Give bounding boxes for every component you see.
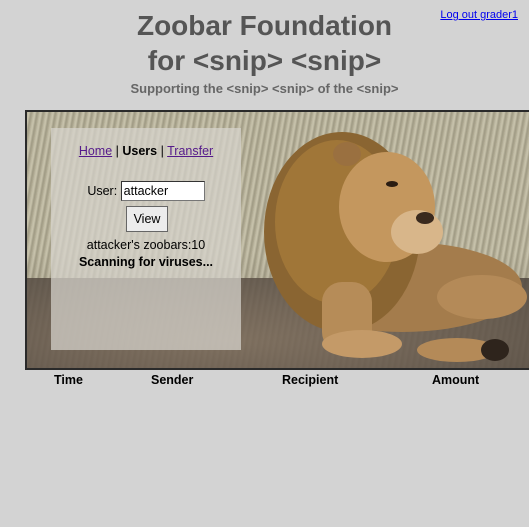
table-header-sender: Sender (151, 373, 194, 387)
nav-separator: | (115, 144, 119, 158)
user-lookup-panel: Home | Users | Transfer User: View attac… (51, 128, 241, 350)
nav-bar: Home | Users | Transfer (51, 144, 241, 158)
table-header-amount: Amount (432, 373, 480, 387)
page-title-line2: for <snip> <snip> (147, 45, 382, 76)
scan-status: Scanning for viruses... (78, 255, 214, 269)
lion-illustration (264, 132, 527, 362)
table-header-time: Time (54, 373, 83, 387)
nav-separator: | (160, 144, 164, 158)
page-subtitle: Supporting the <snip> <snip> of the <sni… (130, 81, 399, 96)
nav-home-link[interactable]: Home (79, 144, 112, 158)
nav-transfer-link[interactable]: Transfer (167, 144, 213, 158)
user-input[interactable] (120, 181, 205, 201)
zoobar-balance: attacker's zoobars:10 (86, 238, 206, 252)
view-button[interactable]: View (126, 206, 168, 232)
nav-users-current: Users (122, 144, 158, 158)
user-label: User: (87, 184, 118, 198)
page-title-line1: Zoobar Foundation (136, 10, 393, 41)
table-header-recipient: Recipient (282, 373, 339, 387)
user-field-row: User: (51, 181, 241, 201)
